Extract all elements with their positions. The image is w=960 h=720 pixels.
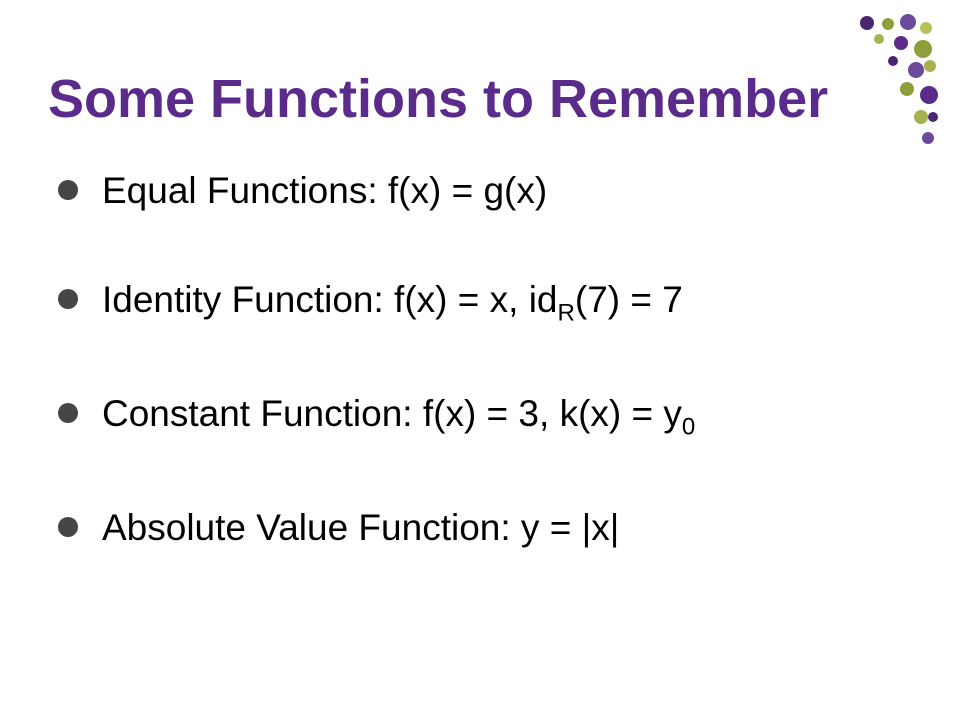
bullet-list: Equal Functions: f(x) = g(x) Identity Fu…: [58, 170, 695, 615]
bullet-label: Equal Functions:: [102, 170, 378, 211]
dot-icon: [928, 112, 938, 122]
list-item: Constant Function: f(x) = 3, k(x) = y0: [58, 393, 695, 441]
list-item: Equal Functions: f(x) = g(x): [58, 170, 695, 213]
subscript: R: [558, 299, 575, 326]
decorative-dots: [830, 12, 940, 152]
slide-title: Some Functions to Remember: [48, 70, 828, 129]
subscript: 0: [682, 413, 695, 440]
dot-icon: [874, 34, 884, 44]
bullet-expr: (7) = 7: [575, 279, 683, 320]
dot-icon: [888, 56, 898, 66]
dot-icon: [894, 36, 908, 50]
dot-icon: [914, 110, 928, 124]
dot-icon: [900, 82, 914, 96]
dot-icon: [908, 62, 924, 78]
dot-icon: [920, 22, 932, 34]
bullet-expr: f(x) = 3, k(x) = y: [413, 393, 682, 434]
dot-icon: [900, 14, 916, 30]
dot-icon: [920, 86, 938, 104]
bullet-label: Absolute Value Function:: [102, 507, 511, 548]
bullet-expr: f(x) = x, id: [384, 279, 558, 320]
dot-icon: [914, 40, 932, 58]
bullet-expr: f(x) = g(x): [378, 170, 548, 211]
bullet-expr: y = |x|: [511, 507, 620, 548]
dot-icon: [860, 16, 874, 30]
list-item: Absolute Value Function: y = |x|: [58, 507, 695, 550]
list-item: Identity Function: f(x) = x, idR(7) = 7: [58, 279, 695, 327]
bullet-label: Identity Function:: [102, 279, 384, 320]
dot-icon: [882, 18, 894, 30]
dot-icon: [922, 132, 934, 144]
slide: Some Functions to Remember Equal Functio…: [0, 0, 960, 720]
bullet-label: Constant Function:: [102, 393, 413, 434]
dot-icon: [924, 60, 936, 72]
